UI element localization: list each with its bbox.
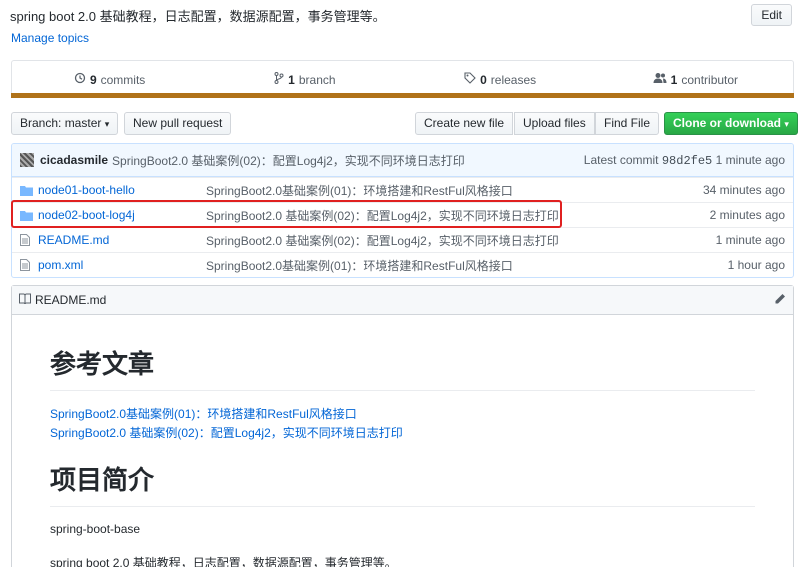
readme-header: README.md xyxy=(12,286,793,315)
table-row: node01-boot-hello SpringBoot2.0基础案例(01)：… xyxy=(12,177,793,202)
latest-commit-info: Latest commit 98d2fe5 1 minute ago xyxy=(584,153,785,168)
folder-icon xyxy=(20,185,34,196)
latest-commit-prefix: Latest commit xyxy=(583,152,659,167)
table-row: README.md SpringBoot2.0 基础案例(02)：配置Log4j… xyxy=(12,227,793,252)
file-icon xyxy=(20,234,34,246)
readme-paragraph: spring boot 2.0 基础教程，日志配置，数据源配置，事务管理等。 xyxy=(50,556,397,567)
readme-panel: README.md 参考文章 SpringBoot2.0基础案例(01)：环境搭… xyxy=(11,285,794,567)
commit-author[interactable]: cicadasmile xyxy=(40,153,108,167)
reference-link-1[interactable]: SpringBoot2.0基础案例(01)：环境搭建和RestFul风格接口 xyxy=(50,407,357,421)
manage-topics-link[interactable]: Manage topics xyxy=(11,31,89,45)
commit-sha[interactable]: 98d2fe5 xyxy=(662,154,712,168)
branch-label: branch xyxy=(298,72,336,87)
file-age: 1 hour ago xyxy=(727,258,785,272)
file-age: 34 minutes ago xyxy=(702,183,785,197)
file-commit-message[interactable]: SpringBoot2.0基础案例(01)：环境搭建和RestFul风格接口 xyxy=(206,182,703,199)
tag-icon xyxy=(464,72,476,87)
readme-paragraph: spring-boot-base xyxy=(50,522,141,536)
language-bar xyxy=(11,93,794,98)
file-commit-message[interactable]: SpringBoot2.0 基础案例(02)：配置Log4j2，实现不同环境日志… xyxy=(206,232,716,249)
file-name[interactable]: README.md xyxy=(38,233,206,247)
contributor-count: 1 xyxy=(670,72,678,87)
caret-down-icon: ▾ xyxy=(104,119,110,129)
readme-content: 参考文章 SpringBoot2.0基础案例(01)：环境搭建和RestFul风… xyxy=(12,349,793,567)
reference-link-2[interactable]: SpringBoot2.0 基础案例(02)：配置Log4j2，实现不同环境日志… xyxy=(50,426,403,440)
commits-label: commits xyxy=(100,72,146,87)
branch-icon xyxy=(274,72,284,87)
book-icon xyxy=(19,293,31,307)
file-age: 2 minutes ago xyxy=(709,208,785,222)
edit-button[interactable]: Edit xyxy=(751,4,792,26)
releases-count: 0 xyxy=(480,72,487,87)
people-icon xyxy=(653,72,667,87)
latest-commit-bar: cicadasmile SpringBoot2.0 基础案例(02)：配置Log… xyxy=(12,144,793,177)
table-row: node02-boot-log4j SpringBoot2.0 基础案例(02)… xyxy=(12,202,793,227)
file-icon xyxy=(20,259,34,271)
history-icon xyxy=(74,72,86,87)
file-name[interactable]: node02-boot-log4j xyxy=(38,208,206,222)
commits-count: 9 xyxy=(89,72,97,87)
file-age: 1 minute ago xyxy=(715,233,785,247)
repo-description: spring boot 2.0 基础教程，日志配置，数据源配置，事务管理等。 xyxy=(10,9,386,24)
releases-label: releases xyxy=(490,72,537,87)
find-file-button[interactable]: Find File xyxy=(595,112,660,135)
file-commit-message[interactable]: SpringBoot2.0基础案例(01)：环境搭建和RestFul风格接口 xyxy=(206,257,728,274)
clone-or-download-label: Clone or download xyxy=(673,116,781,130)
branch-count: 1 xyxy=(288,72,295,87)
latest-commit-age: 1 minute ago xyxy=(715,152,785,167)
file-name[interactable]: node01-boot-hello xyxy=(38,183,206,197)
pencil-icon[interactable] xyxy=(774,293,786,308)
avatar[interactable] xyxy=(20,153,34,167)
table-row: pom.xml SpringBoot2.0基础案例(01)：环境搭建和RestF… xyxy=(12,252,793,277)
caret-down-icon: ▾ xyxy=(784,119,789,129)
reference-links: SpringBoot2.0基础案例(01)：环境搭建和RestFul风格接口 S… xyxy=(50,405,755,443)
branch-select-label: Branch: master xyxy=(20,116,102,130)
create-new-file-button[interactable]: Create new file xyxy=(415,112,514,135)
file-name[interactable]: pom.xml xyxy=(38,258,206,272)
contributor-label: contributor xyxy=(681,72,739,87)
file-navigation: cicadasmile SpringBoot2.0 基础案例(02)：配置Log… xyxy=(11,143,794,278)
readme-filename: README.md xyxy=(35,293,107,307)
file-commit-message[interactable]: SpringBoot2.0 基础案例(02)：配置Log4j2，实现不同环境日志… xyxy=(206,207,710,224)
readme-heading-references: 参考文章 xyxy=(50,349,755,391)
upload-files-button[interactable]: Upload files xyxy=(514,112,595,135)
commit-message[interactable]: SpringBoot2.0 基础案例(02)：配置Log4j2，实现不同环境日志… xyxy=(112,152,465,169)
folder-icon xyxy=(20,210,34,221)
clone-or-download-button[interactable]: Clone or download ▾ xyxy=(664,112,798,135)
new-pull-request-button[interactable]: New pull request xyxy=(124,112,232,135)
branch-select-button[interactable]: Branch: master ▾ xyxy=(11,112,119,135)
readme-heading-intro: 项目简介 xyxy=(50,465,755,507)
